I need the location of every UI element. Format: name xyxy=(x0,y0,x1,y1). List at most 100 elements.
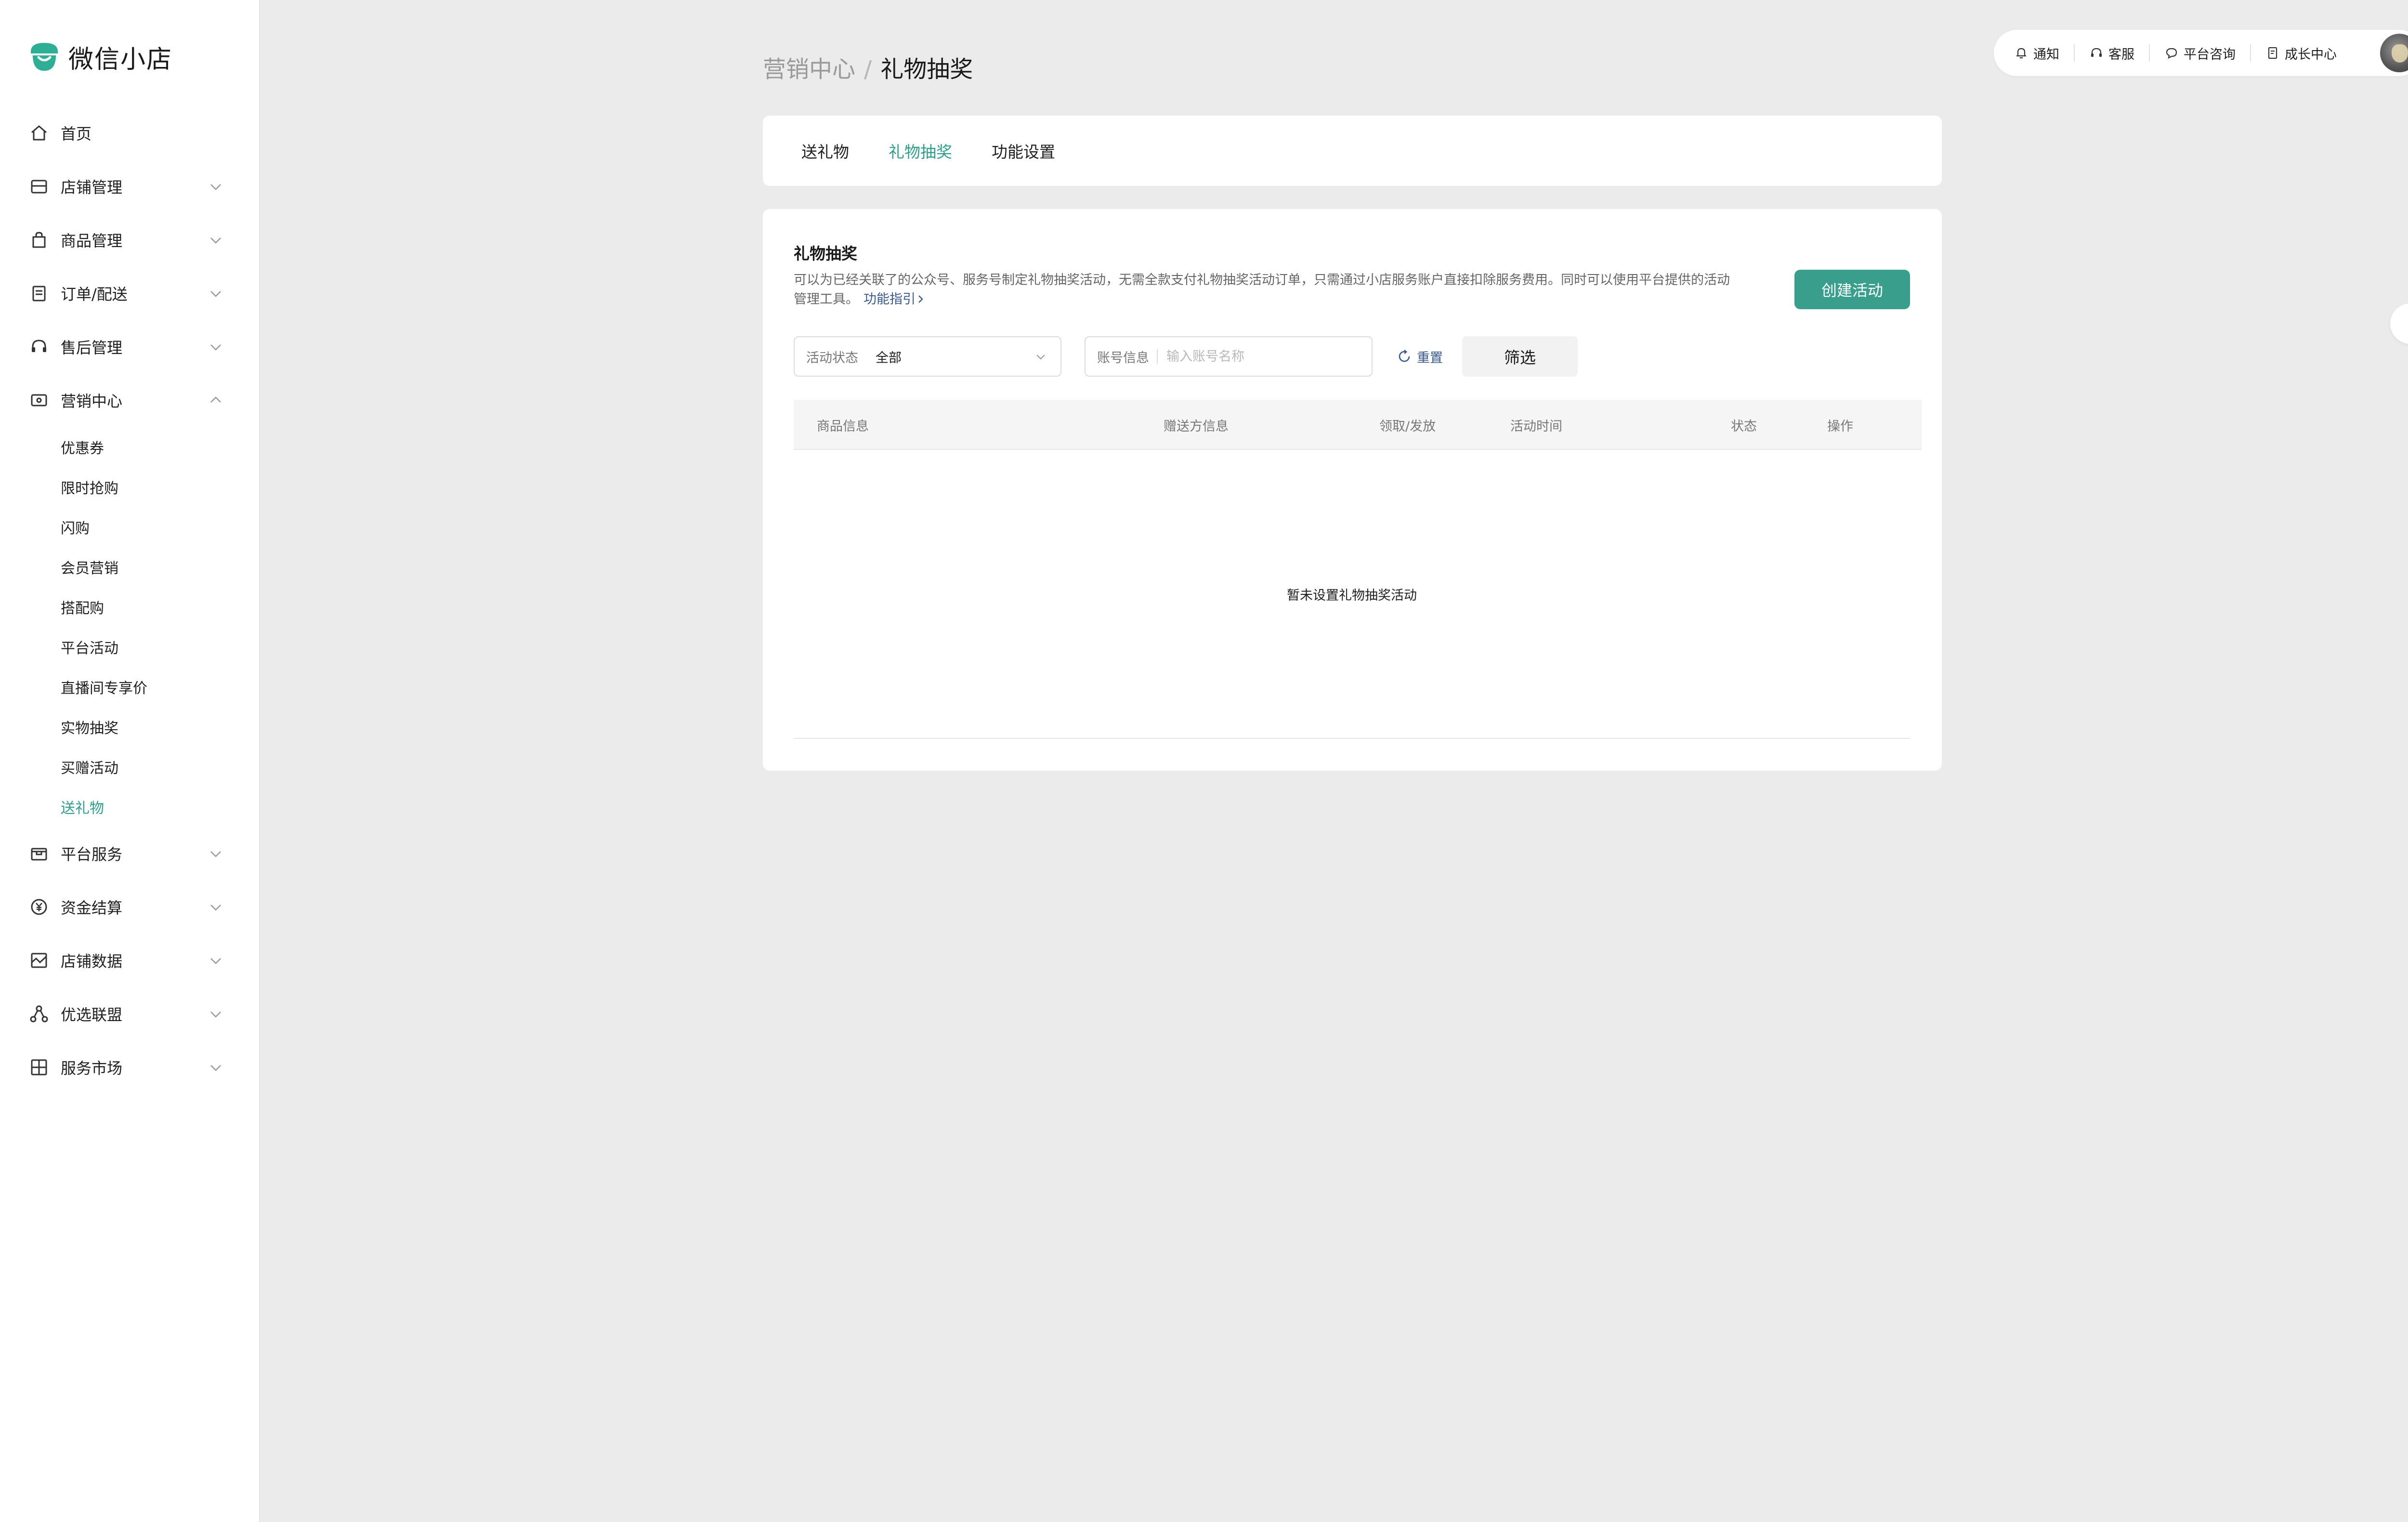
section-description: 可以为已经关联了的公众号、服务号制定礼物抽奖活动，无需全款支付礼物抽奖活动订单，… xyxy=(794,271,2238,309)
customer-service-label: 客服 xyxy=(2108,47,2134,62)
platform-consult-label: 平台咨询 xyxy=(2184,47,2236,62)
sidebar-subitem-buy-gift[interactable]: 买赠活动 xyxy=(0,747,260,787)
growth-center-label: 成长中心 xyxy=(2285,47,2337,62)
platform-consult-button[interactable]: 平台咨询 xyxy=(2164,44,2236,63)
notice-button[interactable]: 通知 xyxy=(2014,44,2059,63)
sidebar-item-store-data[interactable]: 店铺数据 xyxy=(0,933,260,987)
sidebar-item-orders[interactable]: 订单/配送 xyxy=(0,266,260,320)
top-toolbar: 通知 客服 平台咨询 成长中心 xyxy=(1994,30,2408,76)
user-avatar[interactable] xyxy=(2380,34,2408,72)
lottery-card: 礼物抽奖 可以为已经关联了的公众号、服务号制定礼物抽奖活动，无需全款支付礼物抽奖… xyxy=(763,209,1942,771)
field-divider xyxy=(1157,349,1158,364)
sidebar-subitem-platform-activity[interactable]: 平台活动 xyxy=(0,627,260,667)
column-header: 商品信息 xyxy=(817,419,869,434)
sidebar-item-label: 商品管理 xyxy=(61,231,123,250)
sidebar-subitem-physical-lottery[interactable]: 实物抽奖 xyxy=(0,707,260,747)
activity-table: 商品信息 赠送方信息 领取/发放 活动时间 状态 操作 暂未设置礼物抽奖活动 xyxy=(794,400,1922,739)
refresh-icon xyxy=(1399,350,1410,362)
chevron-down-icon xyxy=(210,237,221,244)
app-title: 微信小店 xyxy=(68,45,173,74)
app-logo[interactable]: 微信小店 xyxy=(29,38,172,76)
guide-link[interactable]: 功能指引 xyxy=(864,292,925,307)
marketing-submenu: 优惠券 限时抢购 闪购 会员营销 搭配购 平台活动 直播间专享价 实物抽奖 买赠… xyxy=(0,427,260,827)
description-text: 管理工具。 xyxy=(794,292,859,307)
status-select-value: 全部 xyxy=(876,350,902,366)
market-icon xyxy=(29,1057,49,1077)
account-filter: 账号信息 xyxy=(1085,336,1373,377)
sidebar-item-label: 营销中心 xyxy=(61,392,123,410)
table-body: 暂未设置礼物抽奖活动 xyxy=(794,450,1910,739)
chevron-down-icon xyxy=(210,958,221,964)
column-header: 领取/发放 xyxy=(1379,419,1436,434)
column-header: 活动时间 xyxy=(1510,419,1562,434)
sidebar-item-label: 平台服务 xyxy=(61,845,123,864)
notice-label: 通知 xyxy=(2033,47,2059,62)
page-title: 礼物抽奖 xyxy=(880,56,973,83)
reset-button[interactable]: 重置 xyxy=(1397,336,1443,377)
customer-service-button[interactable]: 客服 xyxy=(2089,44,2134,63)
table-header: 商品信息 赠送方信息 领取/发放 活动时间 状态 操作 xyxy=(794,400,1922,450)
network-icon xyxy=(29,1004,49,1024)
column-header: 操作 xyxy=(1827,419,1853,434)
home-icon xyxy=(29,123,49,143)
description-line-2: 管理工具。 功能指引 xyxy=(794,290,2238,309)
chevron-down-icon xyxy=(210,344,221,351)
sidebar-subitem-member[interactable]: 会员营销 xyxy=(0,547,260,587)
sidebar-item-home[interactable]: 首页 xyxy=(0,106,260,159)
sidebar-subitem-coupon[interactable]: 优惠券 xyxy=(0,427,260,467)
guide-link-label: 功能指引 xyxy=(864,292,916,307)
sidebar-item-alliance[interactable]: 优选联盟 xyxy=(0,987,260,1040)
tab-send-gift[interactable]: 送礼物 xyxy=(801,139,849,162)
box-icon xyxy=(29,843,49,864)
chevron-up-icon xyxy=(210,396,221,403)
toolbar-divider xyxy=(2149,44,2150,62)
chevron-down-icon xyxy=(210,184,221,190)
sidebar-subitem-send-gift[interactable]: 送礼物 xyxy=(0,787,260,827)
sidebar-item-store[interactable]: 店铺管理 xyxy=(0,159,260,213)
sidebar-item-label: 订单/配送 xyxy=(61,285,128,303)
status-select-label: 活动状态 xyxy=(806,350,858,366)
sidebar-item-label: 首页 xyxy=(61,124,92,143)
status-select[interactable]: 活动状态 全部 xyxy=(794,336,1061,377)
bag-icon xyxy=(29,230,49,250)
chevron-down-icon xyxy=(210,904,221,911)
shop-logo-icon xyxy=(29,41,60,73)
order-icon xyxy=(29,283,49,303)
filter-button[interactable]: 筛选 xyxy=(1462,336,1578,377)
sidebar-item-products[interactable]: 商品管理 xyxy=(0,213,260,266)
filter-bar: 活动状态 全部 账号信息 重置 筛选 xyxy=(794,336,1916,377)
sidebar-item-aftersale[interactable]: 售后管理 xyxy=(0,320,260,373)
toolbar-divider xyxy=(2074,44,2075,62)
sidebar-subitem-bundle[interactable]: 搭配购 xyxy=(0,587,260,627)
sidebar-item-label: 店铺管理 xyxy=(61,178,123,197)
account-input[interactable] xyxy=(1166,349,1349,364)
headset-icon xyxy=(29,337,49,357)
sidebar-subitem-quick-buy[interactable]: 闪购 xyxy=(0,507,260,547)
sidebar-nav: 首页 店铺管理 商品管理 订单/配送 售后管理 营销中心 优惠券 限时抢购 闪购… xyxy=(0,106,260,1094)
breadcrumb-parent[interactable]: 营销中心 xyxy=(763,50,855,84)
chevron-down-icon xyxy=(210,1011,221,1018)
chevron-down-icon xyxy=(210,851,221,857)
sidebar-item-label: 店铺数据 xyxy=(61,952,123,971)
sidebar-item-service-market[interactable]: 服务市场 xyxy=(0,1040,260,1094)
floating-download-tab[interactable] xyxy=(2390,303,2408,344)
sidebar-subitem-live-price[interactable]: 直播间专享价 xyxy=(0,667,260,707)
sidebar-item-settlement[interactable]: 资金结算 xyxy=(0,880,260,933)
empty-state-text: 暂未设置礼物抽奖活动 xyxy=(1287,588,1417,603)
sidebar-item-label: 服务市场 xyxy=(61,1059,123,1077)
ticket-icon xyxy=(29,390,49,410)
sidebar: 微信小店 首页 店铺管理 商品管理 订单/配送 售后管理 营销中心 优惠券 限时… xyxy=(0,0,260,1522)
document-icon xyxy=(2268,47,2277,59)
toolbar-divider xyxy=(2250,44,2251,62)
tab-settings[interactable]: 功能设置 xyxy=(992,139,1055,162)
breadcrumb-separator: / xyxy=(864,56,872,83)
reset-label: 重置 xyxy=(1417,350,1443,366)
growth-center-button[interactable]: 成长中心 xyxy=(2265,44,2337,63)
tabs-bar: 送礼物 礼物抽奖 功能设置 xyxy=(763,116,1942,186)
sidebar-subitem-flash-sale[interactable]: 限时抢购 xyxy=(0,467,260,507)
sidebar-item-platform-service[interactable]: 平台服务 xyxy=(0,827,260,880)
tab-gift-lottery[interactable]: 礼物抽奖 xyxy=(889,139,952,162)
chevron-down-icon xyxy=(210,290,221,297)
create-activity-button[interactable]: 创建活动 xyxy=(1794,270,1910,309)
sidebar-item-marketing[interactable]: 营销中心 xyxy=(0,373,260,427)
